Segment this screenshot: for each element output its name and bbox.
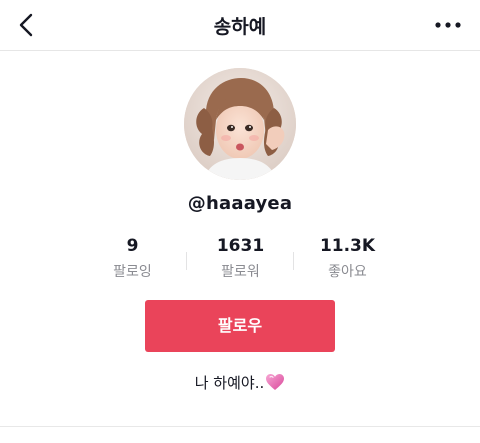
follow-button[interactable]: 팔로우 (145, 300, 335, 352)
profile-bio: 나 하예야.. (0, 372, 480, 395)
stat-likes-label: 좋아요 (328, 264, 367, 280)
tab-videos[interactable] (118, 436, 138, 443)
more-options-button[interactable] (434, 14, 462, 36)
stat-followers[interactable]: 1631 팔로워 (187, 234, 294, 284)
stat-likes[interactable]: 11.3K 좋아요 (294, 234, 401, 284)
bio-text: 나 하예야.. (194, 374, 265, 392)
profile-stats: 9 팔로잉 1631 팔로워 11.3K 좋아요 (79, 234, 401, 284)
tab-liked[interactable] (340, 437, 358, 443)
more-horizontal-icon (435, 22, 461, 28)
tab-bar-divider (0, 426, 480, 427)
username: @haaayea (187, 193, 293, 214)
stat-followers-label: 팔로워 (221, 264, 260, 280)
profile-page: 송하예 @haaayea 9 팔로잉 1631 팔로워 11.3K 좋아요 팔로… (0, 0, 480, 443)
stat-following-value: 9 (126, 236, 139, 256)
heart-icon (265, 373, 285, 395)
avatar[interactable] (184, 68, 296, 180)
stat-followers-value: 1631 (216, 236, 265, 256)
stat-following[interactable]: 9 팔로잉 (79, 234, 186, 284)
avatar-image (184, 68, 296, 180)
stat-likes-value: 11.3K (319, 236, 376, 256)
stat-following-label: 팔로잉 (113, 264, 152, 280)
page-title: 송하예 (213, 16, 267, 38)
top-navigation-bar: 송하예 (0, 0, 480, 51)
